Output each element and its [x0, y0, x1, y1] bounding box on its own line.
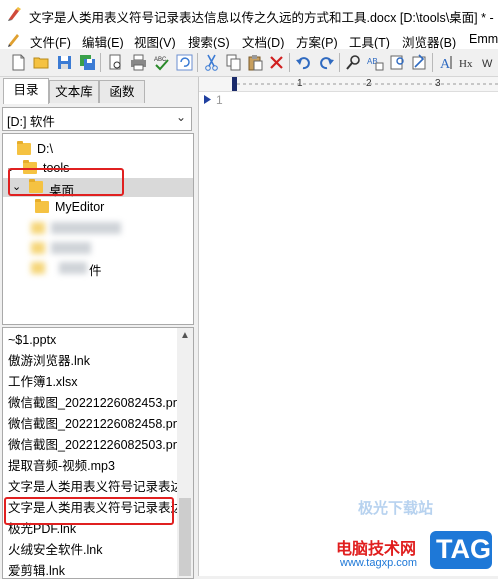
annotation-box — [8, 168, 124, 196]
title-bar: 文字是人类用表义符号记录表达信息以传之久远的方式和工具.docx [D:\too… — [0, 0, 498, 30]
open-folder-icon[interactable] — [33, 54, 50, 71]
goto-icon[interactable] — [411, 54, 428, 71]
watermark-site-name: 电脑技术网 — [336, 541, 417, 558]
toolbar-separator — [289, 53, 290, 72]
toolbar-separator — [197, 53, 198, 72]
print-icon[interactable] — [130, 54, 147, 71]
tree-node-label: D:\ — [37, 142, 53, 156]
file-list-scrollbar[interactable]: ▲ — [177, 328, 193, 578]
folder-icon — [17, 141, 31, 155]
tab-functions[interactable]: 函数 — [99, 80, 145, 103]
save-all-icon[interactable] — [79, 54, 96, 71]
chevron-up-icon[interactable]: ▲ — [180, 330, 190, 341]
tree-node-label: 件 — [89, 264, 102, 278]
list-item[interactable]: 文字是人类用表义符号记录表达 — [8, 477, 183, 498]
font-size-icon[interactable]: A — [438, 54, 455, 71]
redo-icon[interactable] — [318, 54, 335, 71]
wrap-icon-label: W — [482, 58, 493, 70]
toolbar-separator — [100, 53, 101, 72]
line-number: 1 — [216, 93, 223, 107]
app-icon — [8, 7, 21, 21]
find-icon[interactable] — [345, 54, 362, 71]
ruler-number: 3 — [435, 78, 441, 89]
undo-icon[interactable] — [295, 54, 312, 71]
blurred-folder-icon — [31, 242, 45, 254]
pencil-icon — [8, 34, 19, 47]
find-in-files-icon[interactable] — [389, 54, 406, 71]
hex-icon-label: Hx — [459, 58, 473, 70]
blurred-tree-label — [51, 222, 121, 234]
folder-tree: D:\ ⌄ tools ⌄ 桌面 MyEditor 件 — [2, 133, 194, 325]
ruler: 1 2 3 — [199, 77, 498, 92]
save-icon[interactable] — [56, 54, 73, 71]
hex-icon[interactable]: Hx — [459, 54, 476, 71]
window-title: 文字是人类用表义符号记录表达信息以传之久远的方式和工具.docx [D:\too… — [29, 11, 498, 25]
font-size-icon-label: A — [440, 57, 451, 71]
list-item[interactable]: 工作簿1.xlsx — [8, 372, 77, 393]
scrollbar-thumb[interactable] — [179, 498, 191, 576]
watermark: 极光下载站 电脑技术网 www.tagxp.com TAG — [330, 495, 498, 576]
watermark-faded-text: 极光下载站 — [358, 500, 434, 517]
list-item[interactable]: 提取音频-视频.mp3 — [8, 456, 115, 477]
ruler-number: 2 — [366, 78, 372, 89]
list-item[interactable]: 微信截图_20221226082458.pn — [8, 414, 180, 435]
drive-selector[interactable]: [D:] 软件 ⌄ — [2, 107, 192, 131]
ruler-ticks — [232, 77, 498, 91]
paste-icon[interactable] — [247, 54, 264, 71]
menu-emmet[interactable]: Emm — [469, 32, 498, 46]
refresh-icon[interactable] — [176, 54, 193, 71]
toolbar-separator — [432, 53, 433, 72]
list-item[interactable]: 爱剪辑.lnk — [8, 561, 65, 578]
copy-icon[interactable] — [225, 54, 242, 71]
print-preview-icon[interactable] — [107, 54, 124, 71]
current-line-marker-icon — [204, 95, 211, 104]
wrap-icon[interactable]: W — [481, 54, 498, 71]
ruler-number: 1 — [297, 78, 303, 89]
watermark-badge-text: TAG — [436, 534, 491, 564]
tab-text-library[interactable]: 文本库 — [49, 80, 99, 103]
annotation-box — [4, 497, 174, 525]
spell-check-icon[interactable]: ABC — [153, 54, 170, 71]
toolbar-separator — [339, 53, 340, 72]
tree-node-label: MyEditor — [55, 200, 105, 214]
tree-node-drive[interactable]: D:\ — [3, 140, 193, 159]
folder-icon — [35, 199, 49, 213]
watermark-badge: TAG — [430, 531, 492, 569]
new-file-icon[interactable] — [10, 54, 27, 71]
list-item[interactable]: ~$1.pptx — [8, 330, 56, 351]
replace-icon[interactable]: AB — [367, 54, 384, 71]
toolbar: ABC AB A Hx W — [0, 49, 498, 77]
cut-icon[interactable] — [203, 54, 220, 71]
tab-directory[interactable]: 目录 — [3, 78, 49, 104]
blurred-folder-icon — [31, 222, 45, 234]
list-item[interactable]: 微信截图_20221226082503.pn — [8, 435, 180, 456]
file-list: ~$1.pptx 傲游浏览器.lnk 工作簿1.xlsx 微信截图_202212… — [2, 327, 194, 579]
tree-node-blurred[interactable]: 件 — [3, 258, 193, 278]
list-item[interactable]: 火绒安全软件.lnk — [8, 540, 102, 561]
tree-node-myeditor[interactable]: MyEditor — [3, 198, 193, 217]
drive-selector-value: [D:] 软件 — [7, 115, 55, 129]
menu-bar: 文件(F) 编辑(E) 视图(V) 搜索(S) 文档(D) 方案(P) 工具(T… — [0, 30, 498, 50]
list-item[interactable]: 微信截图_20221226082453.pn — [8, 393, 180, 414]
list-item[interactable]: 傲游浏览器.lnk — [8, 351, 90, 372]
watermark-url: www.tagxp.com — [340, 557, 418, 569]
blurred-tree-label — [51, 242, 91, 254]
chevron-down-icon[interactable]: ⌄ — [176, 110, 186, 124]
delete-icon[interactable] — [268, 54, 285, 71]
